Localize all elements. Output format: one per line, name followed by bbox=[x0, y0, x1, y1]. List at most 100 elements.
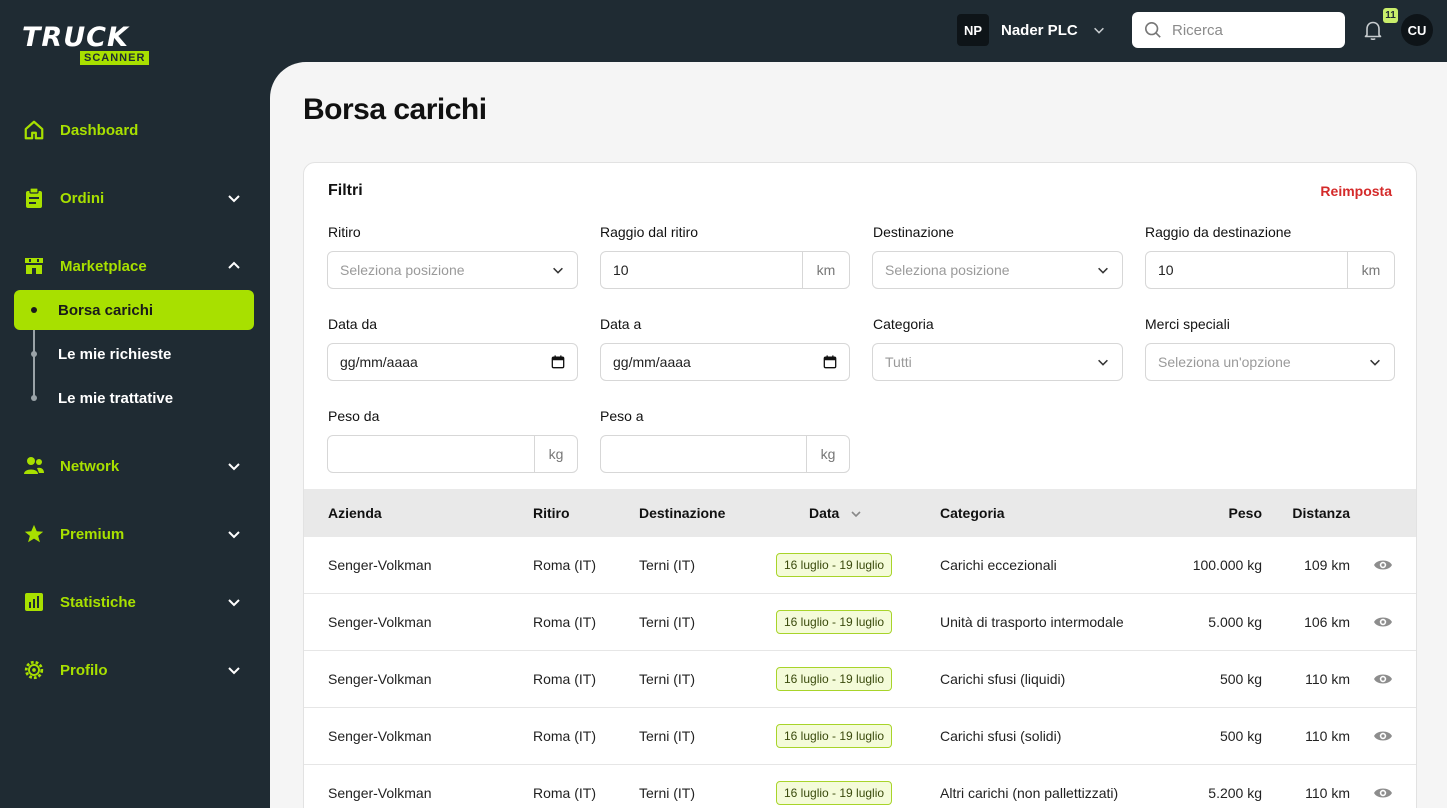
search-input[interactable] bbox=[1172, 21, 1332, 39]
cell-weight: 5.200 kg bbox=[1208, 785, 1262, 801]
eye-icon[interactable] bbox=[1373, 671, 1393, 687]
cell-weight: 500 kg bbox=[1219, 671, 1262, 687]
destination-placeholder: Seleziona posizione bbox=[885, 262, 1010, 278]
kg-unit: kg bbox=[534, 436, 577, 472]
truckscanner-logo[interactable]: TRUCK SCANNER bbox=[22, 24, 167, 68]
sidebar-item-marketplace[interactable]: Marketplace bbox=[14, 246, 254, 286]
sidebar-item-statistiche[interactable]: Statistiche bbox=[14, 582, 254, 622]
sidebar-item-label: Premium bbox=[60, 525, 125, 543]
notification-count-badge: 11 bbox=[1383, 8, 1398, 23]
date-to-placeholder: gg/mm/aaaa bbox=[613, 354, 691, 370]
cell-weight: 5.000 kg bbox=[1208, 614, 1262, 630]
table-header: Azienda Ritiro Destinazione Data Categor… bbox=[304, 489, 1416, 537]
weight-from-label: Peso da bbox=[328, 408, 380, 424]
table-row[interactable]: Senger-Volkman Roma (IT) Terni (IT) 16 l… bbox=[304, 594, 1416, 651]
bar-chart-icon bbox=[22, 590, 46, 614]
home-icon bbox=[22, 118, 46, 142]
sidebar-subitem-le-mie-richieste[interactable]: Le mie richieste bbox=[14, 334, 254, 374]
page-title: Borsa carichi bbox=[303, 93, 487, 126]
cell-distance: 110 km bbox=[1305, 728, 1350, 744]
date-range-badge: 16 luglio - 19 luglio bbox=[776, 724, 893, 748]
category-label: Categoria bbox=[873, 316, 934, 332]
cell-pickup: Roma (IT) bbox=[533, 557, 596, 573]
pickup-radius-label: Raggio dal ritiro bbox=[600, 224, 699, 240]
company-switcher[interactable]: NP Nader PLC bbox=[957, 14, 1106, 46]
date-from-input[interactable]: gg/mm/aaaa bbox=[327, 343, 578, 381]
cell-destination: Terni (IT) bbox=[639, 671, 695, 687]
sidebar-item-label: Profilo bbox=[60, 661, 108, 679]
sidebar-item-dashboard[interactable]: Dashboard bbox=[14, 110, 254, 150]
clipboard-icon bbox=[22, 186, 46, 210]
chevron-up-icon bbox=[228, 261, 240, 269]
cell-distance: 106 km bbox=[1304, 614, 1350, 630]
sidebar-item-ordini[interactable]: Ordini bbox=[14, 178, 254, 218]
chevron-down-icon bbox=[228, 531, 240, 539]
pickup-placeholder: Seleziona posizione bbox=[340, 262, 465, 278]
logo-text-top: TRUCK bbox=[22, 22, 129, 53]
submenu-dot bbox=[31, 307, 37, 313]
date-from-label: Data da bbox=[328, 316, 378, 332]
sidebar-item-network[interactable]: Network bbox=[14, 446, 254, 486]
sort-chevron-icon[interactable] bbox=[850, 508, 862, 520]
column-header-category[interactable]: Categoria bbox=[940, 505, 1005, 521]
sidebar-item-profilo[interactable]: Profilo bbox=[14, 650, 254, 690]
cell-category: Carichi sfusi (solidi) bbox=[940, 728, 1062, 744]
cell-pickup: Roma (IT) bbox=[533, 785, 596, 801]
cell-pickup: Roma (IT) bbox=[533, 728, 596, 744]
special-goods-select[interactable]: Seleziona un'opzione bbox=[1145, 343, 1395, 381]
table-row[interactable]: Senger-Volkman Roma (IT) Terni (IT) 16 l… bbox=[304, 537, 1416, 594]
eye-icon[interactable] bbox=[1373, 614, 1393, 630]
eye-icon[interactable] bbox=[1373, 728, 1393, 744]
date-range-badge: 16 luglio - 19 luglio bbox=[776, 781, 893, 805]
column-header-date[interactable]: Data bbox=[809, 505, 839, 521]
bell-icon[interactable] bbox=[1361, 18, 1385, 42]
date-from-placeholder: gg/mm/aaaa bbox=[340, 354, 418, 370]
cell-category: Unità di trasporto intermodale bbox=[940, 614, 1124, 630]
cell-distance: 110 km bbox=[1305, 671, 1350, 687]
cell-company: Senger-Volkman bbox=[328, 557, 432, 573]
pickup-select[interactable]: Seleziona posizione bbox=[327, 251, 578, 289]
weight-from-input[interactable]: kg bbox=[327, 435, 578, 473]
weight-to-input[interactable]: kg bbox=[600, 435, 850, 473]
load-board-card: Filtri Reimposta Ritiro Seleziona posizi… bbox=[303, 162, 1417, 808]
chevron-down-icon bbox=[553, 267, 563, 274]
reset-filters-button[interactable]: Reimposta bbox=[1320, 183, 1392, 199]
gear-icon bbox=[22, 658, 46, 682]
date-to-input[interactable]: gg/mm/aaaa bbox=[600, 343, 850, 381]
sidebar-subitem-borsa-carichi[interactable]: Borsa carichi bbox=[14, 290, 254, 330]
column-header-pickup[interactable]: Ritiro bbox=[533, 505, 570, 521]
eye-icon[interactable] bbox=[1373, 557, 1393, 573]
destination-select[interactable]: Seleziona posizione bbox=[872, 251, 1123, 289]
sidebar-item-premium[interactable]: Premium bbox=[14, 514, 254, 554]
destination-radius-input[interactable]: 10 km bbox=[1145, 251, 1395, 289]
sidebar-item-label: Dashboard bbox=[60, 121, 139, 139]
column-header-distance[interactable]: Distanza bbox=[1292, 505, 1350, 521]
pickup-radius-input[interactable]: 10 km bbox=[600, 251, 850, 289]
kg-unit: kg bbox=[806, 436, 849, 472]
sidebar-subitem-le-mie-trattative[interactable]: Le mie trattative bbox=[14, 378, 254, 418]
column-header-company[interactable]: Azienda bbox=[328, 505, 382, 521]
category-select[interactable]: Tutti bbox=[872, 343, 1123, 381]
company-avatar: NP bbox=[957, 14, 989, 46]
company-name: Nader PLC bbox=[1001, 21, 1078, 39]
user-avatar[interactable]: CU bbox=[1401, 14, 1433, 46]
column-header-weight[interactable]: Peso bbox=[1229, 505, 1262, 521]
calendar-icon[interactable] bbox=[823, 355, 837, 369]
table-row[interactable]: Senger-Volkman Roma (IT) Terni (IT) 16 l… bbox=[304, 651, 1416, 708]
km-unit: km bbox=[1347, 252, 1394, 288]
search-box[interactable] bbox=[1132, 12, 1345, 48]
calendar-icon[interactable] bbox=[551, 355, 565, 369]
column-header-destination[interactable]: Destinazione bbox=[639, 505, 725, 521]
cell-company: Senger-Volkman bbox=[328, 671, 432, 687]
logo-text-bottom: SCANNER bbox=[80, 51, 150, 65]
eye-icon[interactable] bbox=[1373, 785, 1393, 801]
sidebar-item-label: Marketplace bbox=[60, 257, 147, 275]
table-row[interactable]: Senger-Volkman Roma (IT) Terni (IT) 16 l… bbox=[304, 765, 1416, 808]
cell-pickup: Roma (IT) bbox=[533, 671, 596, 687]
chevron-down-icon bbox=[228, 195, 240, 203]
date-range-badge: 16 luglio - 19 luglio bbox=[776, 667, 893, 691]
table-row[interactable]: Senger-Volkman Roma (IT) Terni (IT) 16 l… bbox=[304, 708, 1416, 765]
cell-distance: 110 km bbox=[1305, 785, 1350, 801]
cell-destination: Terni (IT) bbox=[639, 614, 695, 630]
filters-title: Filtri bbox=[328, 182, 363, 199]
